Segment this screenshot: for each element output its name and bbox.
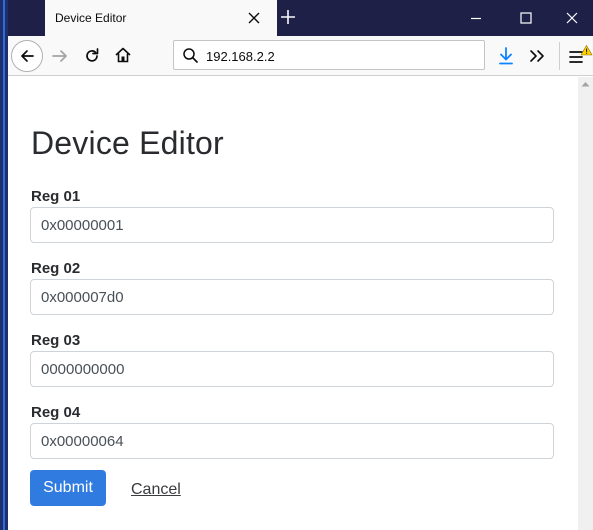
- search-icon: [183, 48, 198, 63]
- reload-icon[interactable]: [82, 46, 102, 66]
- toolbar-separator: [559, 42, 560, 70]
- new-tab-icon[interactable]: [278, 7, 298, 27]
- reg-04-label: Reg 04: [31, 404, 81, 421]
- tab-title: Device Editor: [55, 11, 127, 25]
- tab-device-editor[interactable]: Device Editor: [45, 0, 277, 36]
- url-text: 192.168.2.2: [206, 49, 275, 64]
- reg-02-label: Reg 02: [31, 260, 81, 277]
- page-title: Device Editor: [31, 125, 224, 161]
- arrow-left-icon: [21, 50, 34, 62]
- window-close-icon[interactable]: [562, 8, 582, 28]
- nav-toolbar: 192.168.2.2: [8, 36, 593, 76]
- minimize-icon[interactable]: [466, 8, 486, 28]
- reg-03-input[interactable]: [30, 351, 554, 387]
- reg-03-label: Reg 03: [31, 332, 81, 349]
- browser-window: Device Editor 192.168.2.2 Device Editor …: [0, 0, 593, 530]
- forward-arrow-icon[interactable]: [50, 46, 70, 66]
- close-icon[interactable]: [245, 9, 263, 27]
- reg-01-input[interactable]: [30, 207, 554, 243]
- reg-04-input[interactable]: [30, 423, 554, 459]
- scroll-up-arrow-icon[interactable]: [581, 81, 590, 87]
- vertical-scrollbar[interactable]: [578, 77, 593, 530]
- title-bar: Device Editor: [8, 0, 593, 36]
- address-bar[interactable]: 192.168.2.2: [173, 40, 485, 70]
- cancel-link[interactable]: Cancel: [131, 481, 181, 499]
- page-content: Device Editor Reg 01 Reg 02 Reg 03 Reg 0…: [8, 77, 578, 530]
- submit-button[interactable]: Submit: [30, 470, 106, 506]
- overflow-chevrons-icon[interactable]: [528, 47, 546, 65]
- reg-01-label: Reg 01: [31, 188, 81, 205]
- maximize-icon[interactable]: [516, 8, 536, 28]
- download-icon[interactable]: [497, 46, 515, 66]
- hamburger-menu-icon[interactable]: [567, 44, 593, 70]
- home-icon[interactable]: [113, 45, 133, 65]
- reg-02-input[interactable]: [30, 279, 554, 315]
- back-button[interactable]: [11, 40, 43, 72]
- window-edge: [0, 0, 8, 530]
